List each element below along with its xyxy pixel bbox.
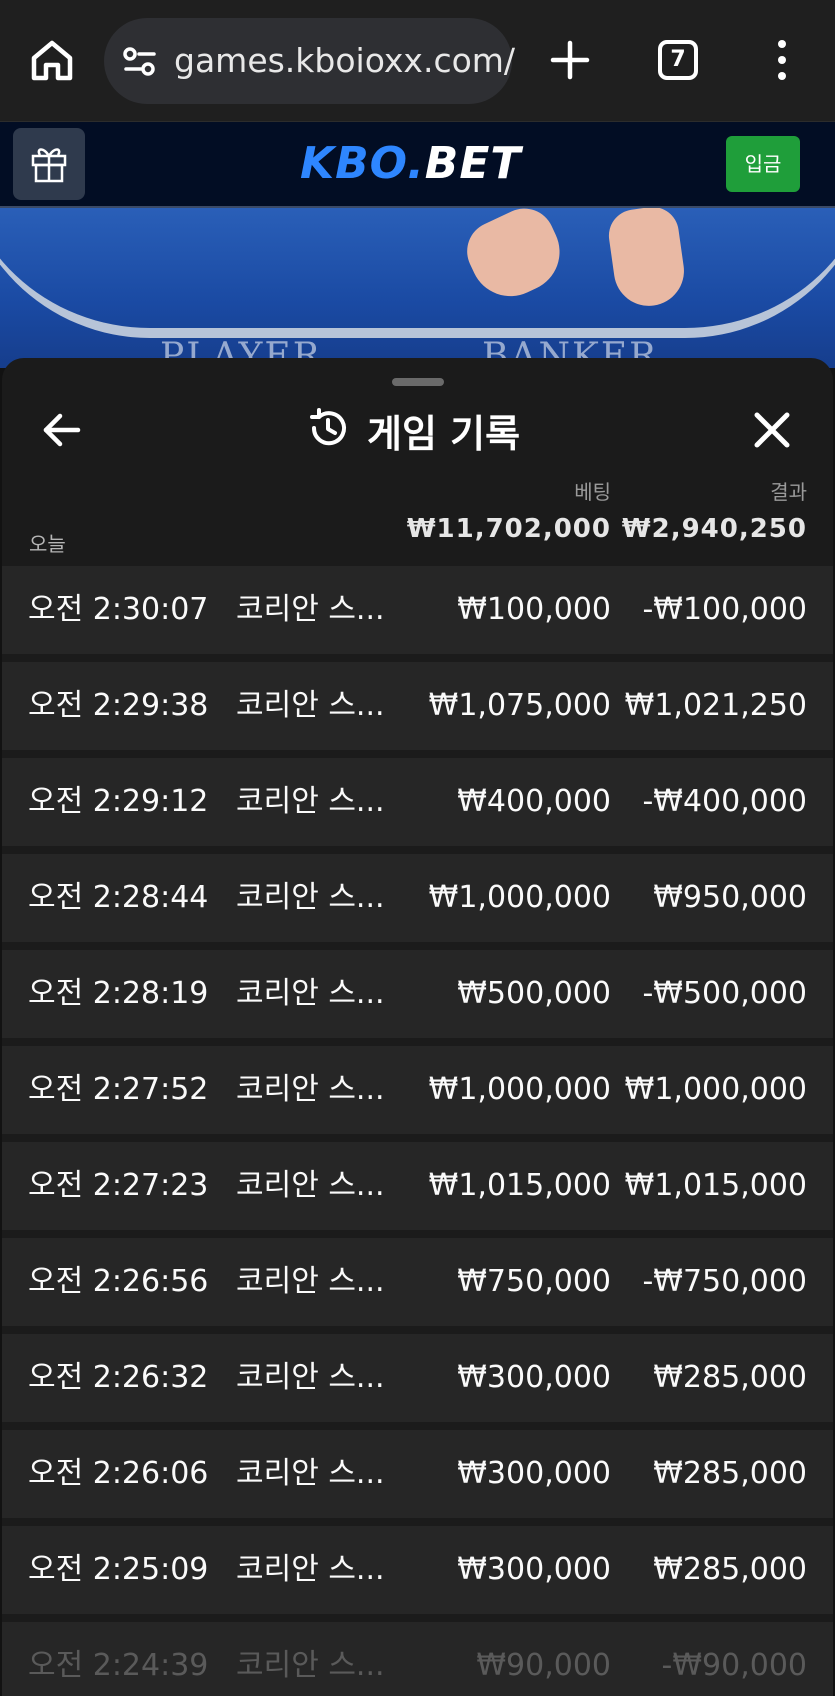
new-tab-icon[interactable]: [548, 38, 592, 82]
row-result: ₩285,000: [653, 1360, 807, 1395]
row-bet: ₩300,000: [457, 1456, 611, 1491]
history-row[interactable]: 오전 2:28:44 코리안 스... ₩1,000,000 ₩950,000: [2, 854, 833, 942]
row-result: -₩100,000: [642, 592, 807, 627]
row-bet: ₩300,000: [457, 1552, 611, 1587]
history-icon: [307, 407, 349, 453]
row-game: 코리안 스...: [236, 1552, 385, 1587]
row-game: 코리안 스...: [236, 688, 385, 723]
history-row[interactable]: 오전 2:26:32 코리안 스... ₩300,000 ₩285,000: [2, 1334, 833, 1422]
history-row[interactable]: 오전 2:26:56 코리안 스... ₩750,000 -₩750,000: [2, 1238, 833, 1326]
row-time: 오전 2:29:38: [28, 688, 209, 723]
row-result: ₩950,000: [653, 880, 807, 915]
history-row[interactable]: 오전 2:25:09 코리안 스... ₩300,000 ₩285,000: [2, 1526, 833, 1614]
column-header-result: 결과: [770, 480, 807, 504]
history-row[interactable]: 오전 2:24:39 코리안 스... ₩90,000 -₩90,000: [2, 1622, 833, 1696]
total-bet: ₩11,702,000: [406, 514, 611, 544]
row-bet: ₩400,000: [457, 784, 611, 819]
row-game: 코리안 스...: [236, 880, 385, 915]
row-bet: ₩300,000: [457, 1360, 611, 1395]
row-bet: ₩1,015,000: [428, 1168, 611, 1203]
game-table-background: PLAYER BANKER: [0, 208, 835, 368]
logo-part-a: KBO.: [300, 138, 425, 189]
close-icon[interactable]: [752, 410, 792, 450]
home-icon[interactable]: [28, 36, 76, 84]
tab-switcher-button[interactable]: 7: [658, 40, 698, 80]
row-game: 코리안 스...: [236, 1168, 385, 1203]
address-bar[interactable]: games.kboioxx.com/: [104, 18, 515, 104]
column-header-bet: 베팅: [574, 480, 611, 504]
row-time: 오전 2:26:32: [28, 1360, 209, 1395]
summary-header: 베팅 결과 오늘 ₩11,702,000 ₩2,940,250: [2, 476, 833, 566]
history-row[interactable]: 오전 2:29:12 코리안 스... ₩400,000 -₩400,000: [2, 758, 833, 846]
table-rail: [0, 208, 835, 338]
row-game: 코리안 스...: [236, 592, 385, 627]
total-result: ₩2,940,250: [621, 514, 807, 544]
site-settings-icon[interactable]: [122, 44, 158, 80]
history-row[interactable]: 오전 2:29:38 코리안 스... ₩1,075,000 ₩1,021,250: [2, 662, 833, 750]
gift-button[interactable]: [13, 128, 85, 200]
row-game: 코리안 스...: [236, 784, 385, 819]
logo-part-b: BET: [424, 138, 522, 189]
deposit-button[interactable]: 입금: [726, 136, 800, 192]
row-result: -₩400,000: [642, 784, 807, 819]
history-list: 오전 2:30:07 코리안 스... ₩100,000 -₩100,000 오전 2…: [2, 566, 833, 1696]
browser-toolbar: games.kboioxx.com/ 7: [0, 0, 835, 122]
row-time: 오전 2:28:19: [28, 976, 209, 1011]
sheet-title: 게임 기록: [307, 402, 520, 458]
row-game: 코리안 스...: [236, 976, 385, 1011]
gift-icon: [31, 148, 67, 183]
row-time: 오전 2:24:39: [28, 1648, 209, 1683]
row-result: ₩1,000,000: [624, 1072, 807, 1107]
row-time: 오전 2:27:52: [28, 1072, 209, 1107]
row-time: 오전 2:30:07: [28, 592, 209, 627]
game-history-sheet: 게임 기록 베팅 결과 오늘 ₩11,702,000 ₩2,940,250 오전…: [2, 358, 833, 1696]
row-result: -₩500,000: [642, 976, 807, 1011]
today-label: 오늘: [29, 532, 66, 556]
history-row[interactable]: 오전 2:26:06 코리안 스... ₩300,000 ₩285,000: [2, 1430, 833, 1518]
row-result: ₩285,000: [653, 1456, 807, 1491]
row-result: -₩90,000: [661, 1648, 807, 1683]
url-text[interactable]: games.kboioxx.com/: [174, 18, 515, 104]
row-time: 오전 2:25:09: [28, 1552, 209, 1587]
row-bet: ₩1,075,000: [428, 688, 611, 723]
row-game: 코리안 스...: [236, 1360, 385, 1395]
row-game: 코리안 스...: [236, 1072, 385, 1107]
row-time: 오전 2:26:56: [28, 1264, 209, 1299]
history-row[interactable]: 오전 2:27:52 코리안 스... ₩1,000,000 ₩1,000,000: [2, 1046, 833, 1134]
row-bet: ₩1,000,000: [428, 1072, 611, 1107]
row-game: 코리안 스...: [236, 1648, 385, 1683]
sheet-title-text: 게임 기록: [367, 411, 521, 456]
row-time: 오전 2:28:44: [28, 880, 209, 915]
row-bet: ₩750,000: [457, 1264, 611, 1299]
row-time: 오전 2:29:12: [28, 784, 209, 819]
site-header: KBO.BET 입금: [0, 122, 835, 208]
row-game: 코리안 스...: [236, 1264, 385, 1299]
row-bet: ₩500,000: [457, 976, 611, 1011]
sheet-drag-handle[interactable]: [392, 378, 444, 386]
row-time: 오전 2:26:06: [28, 1456, 209, 1491]
history-row[interactable]: 오전 2:28:19 코리안 스... ₩500,000 -₩500,000: [2, 950, 833, 1038]
row-bet: ₩100,000: [457, 592, 611, 627]
row-result: ₩285,000: [653, 1552, 807, 1587]
row-result: ₩1,015,000: [624, 1168, 807, 1203]
back-arrow-icon[interactable]: [40, 408, 84, 452]
row-bet: ₩90,000: [476, 1648, 611, 1683]
row-result: ₩1,021,250: [624, 688, 807, 723]
row-time: 오전 2:27:23: [28, 1168, 209, 1203]
history-row[interactable]: 오전 2:27:23 코리안 스... ₩1,015,000 ₩1,015,000: [2, 1142, 833, 1230]
row-bet: ₩1,000,000: [428, 880, 611, 915]
history-row[interactable]: 오전 2:30:07 코리안 스... ₩100,000 -₩100,000: [2, 566, 833, 654]
row-result: -₩750,000: [642, 1264, 807, 1299]
more-menu-icon[interactable]: [770, 38, 794, 82]
row-game: 코리안 스...: [236, 1456, 385, 1491]
site-logo[interactable]: KBO.BET: [300, 138, 521, 189]
